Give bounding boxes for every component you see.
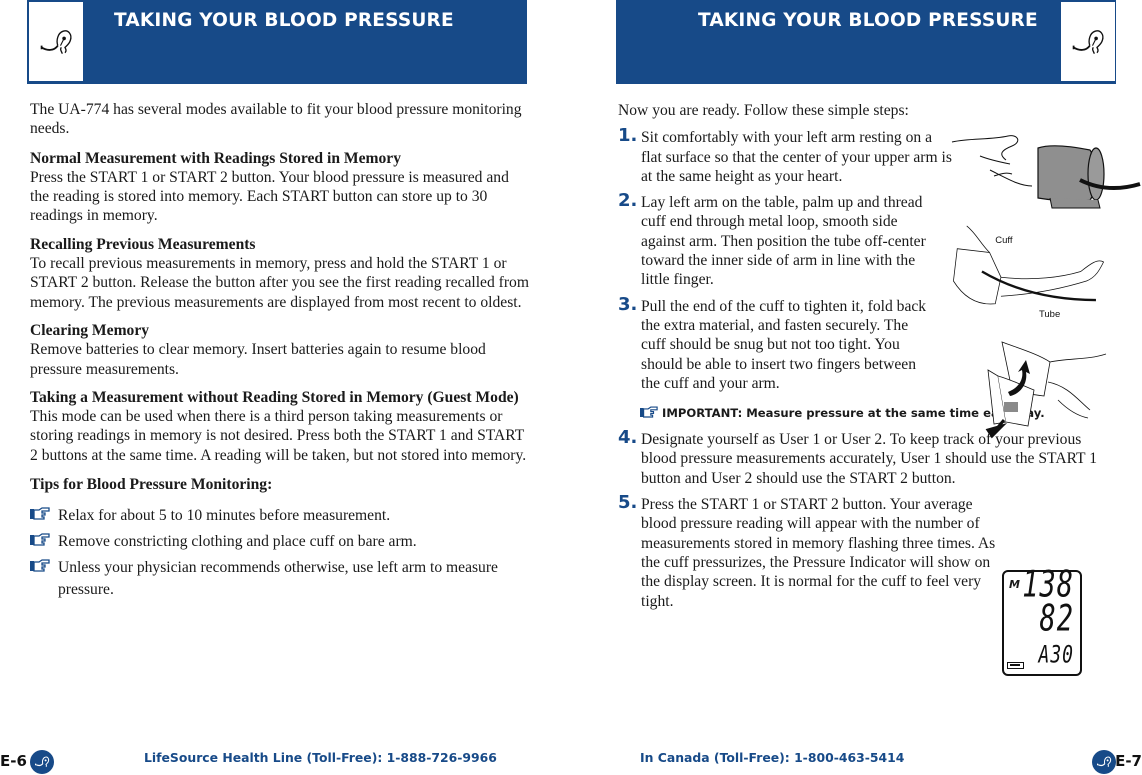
section-clearing-memory: Clearing Memory Remove batteries to clea…: [30, 321, 530, 379]
stethoscope-badge-icon: [1092, 750, 1116, 774]
section-body: To recall previous measurements in memor…: [30, 255, 529, 311]
tip-item: Unless your physician recommends otherwi…: [30, 557, 530, 601]
step-item: 1. Sit comfortably with your left arm re…: [618, 125, 953, 186]
header-banner: TAKING YOUR BLOOD PRESSURE: [616, 0, 1116, 84]
tube-label: Tube: [1039, 309, 1060, 319]
header-banner: TAKING YOUR BLOOD PRESSURE: [27, 0, 527, 84]
pointing-hand-icon: [30, 507, 50, 520]
right-page: TAKING YOUR BLOOD PRESSURE Now you are r…: [580, 0, 1142, 775]
tighten-cuff-illustration: [985, 341, 1107, 439]
step-number: 2.: [618, 190, 638, 212]
stethoscope-icon: [1072, 29, 1104, 54]
page-number: E-7: [1115, 752, 1142, 770]
step-text: Lay left arm on the table, palm up and t…: [641, 194, 926, 289]
section-heading: Taking a Measurement without Reading Sto…: [30, 388, 519, 406]
section-heading: Normal Measurement with Readings Stored …: [30, 149, 402, 167]
step-number: 3.: [618, 293, 638, 315]
lcd-display: M 138 82 A30: [1002, 563, 1082, 676]
intro-text: The UA-774 has several modes available t…: [30, 101, 522, 138]
stethoscope-icon: [40, 29, 72, 54]
stethoscope-icon-box: [1060, 1, 1116, 82]
right-body: Now you are ready. Follow these simple s…: [618, 101, 1141, 676]
intro-text: Now you are ready. Follow these simple s…: [618, 102, 909, 119]
arm-table-illustration: Cuff Tube: [953, 225, 1105, 319]
cuff-label: Cuff: [995, 235, 1013, 246]
diastolic-reading: 82: [1039, 597, 1074, 640]
stethoscope-icon-box: [28, 1, 84, 82]
section-heading: Recalling Previous Measurements: [30, 235, 256, 253]
left-body: The UA-774 has several modes available t…: [30, 100, 530, 605]
tip-item: Remove constricting clothing and place c…: [30, 531, 530, 553]
section-normal-measurement: Normal Measurement with Readings Stored …: [30, 149, 530, 226]
section-body: This mode can be used when there is a th…: [30, 408, 527, 464]
tip-text: Remove constricting clothing and place c…: [58, 533, 417, 551]
pointing-hand-icon: [30, 533, 50, 546]
section-recalling: Recalling Previous Measurements To recal…: [30, 235, 530, 312]
battery-icon: [1007, 662, 1024, 669]
section-body: Press the START 1 or START 2 button. You…: [30, 168, 509, 225]
systolic-reading: 138: [1022, 563, 1074, 606]
tips-heading: Tips for Blood Pressure Monitoring:: [30, 476, 273, 494]
measurement-count: A30: [1038, 640, 1074, 669]
step-number: 4.: [618, 427, 638, 449]
step-text: Sit comfortably with your left arm resti…: [641, 129, 952, 185]
step-item: 3. Pull the end of the cuff to tighten i…: [618, 293, 933, 393]
footer-helpline: LifeSource Health Line (Toll-Free): 1-88…: [144, 750, 497, 765]
pointing-hand-icon: [640, 406, 658, 418]
pointing-hand-icon: [30, 559, 50, 572]
memory-indicator: M: [1009, 578, 1020, 591]
footer-canada-line: In Canada (Toll-Free): 1-800-463-5414: [640, 750, 905, 765]
stethoscope-badge-icon: [30, 750, 54, 774]
page-title: TAKING YOUR BLOOD PRESSURE: [114, 10, 454, 31]
step-item: 5. Press the START 1 or START 2 button. …: [618, 492, 998, 611]
arm-cuff-illustration: [951, 135, 1141, 209]
step-number: 1.: [618, 125, 638, 147]
tip-item: Relax for about 5 to 10 minutes before m…: [30, 505, 530, 527]
section-heading: Clearing Memory: [30, 321, 150, 339]
left-page: TAKING YOUR BLOOD PRESSURE The UA-774 ha…: [0, 0, 560, 775]
step-text: Pull the end of the cuff to tighten it, …: [641, 297, 927, 392]
section-guest-mode: Taking a Measurement without Reading Sto…: [30, 388, 530, 465]
page-number: E-6: [0, 752, 27, 770]
step-item: 2. Lay left arm on the table, palm up an…: [618, 190, 943, 289]
section-body: Remove batteries to clear memory. Insert…: [30, 341, 486, 378]
tip-text: Unless your physician recommends otherwi…: [58, 559, 498, 599]
tip-text: Relax for about 5 to 10 minutes before m…: [58, 507, 391, 525]
step-number: 5.: [618, 492, 638, 514]
step-text: Press the START 1 or START 2 button. You…: [641, 496, 996, 610]
page-title: TAKING YOUR BLOOD PRESSURE: [698, 10, 1038, 31]
